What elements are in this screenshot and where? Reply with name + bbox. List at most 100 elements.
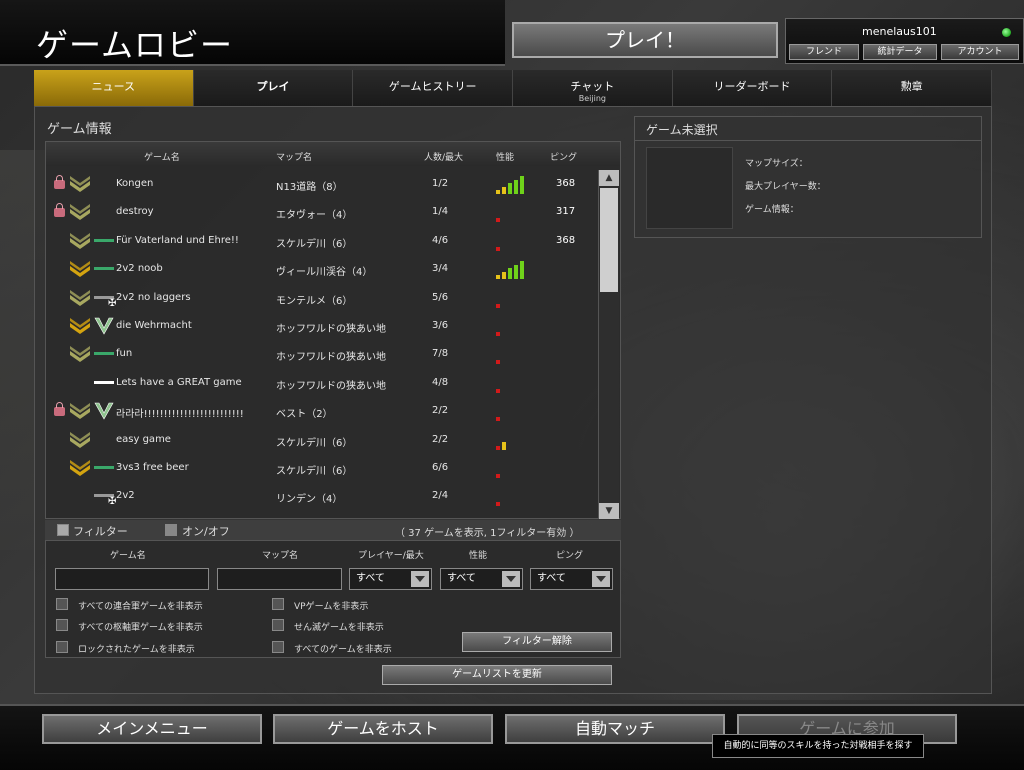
map-name: モンテルメ（6）	[276, 295, 353, 307]
game-name: 2v2 no laggers	[116, 291, 191, 303]
host-game-button[interactable]: ゲームをホスト	[273, 714, 493, 744]
filter-label: フィルター	[73, 525, 128, 538]
stats-button[interactable]: 統計データ	[863, 44, 937, 60]
performance-icon	[496, 430, 530, 450]
performance-icon	[496, 202, 530, 223]
checkbox[interactable]	[56, 619, 68, 631]
ping-value: 317	[556, 206, 576, 218]
col-map-name[interactable]: マップ名	[276, 150, 312, 163]
refresh-list-button[interactable]: ゲームリストを更新	[382, 665, 612, 685]
table-row[interactable]: 3vs3 free beer スケルデ川（6） 6/6	[46, 454, 598, 482]
tab-game-history[interactable]: ゲームヒストリー	[353, 70, 514, 106]
scroll-up-icon[interactable]: ▲	[599, 170, 619, 186]
play-button[interactable]: プレイ！	[512, 22, 778, 58]
tab-chat[interactable]: チャット Beijing	[513, 70, 673, 106]
performance-icon	[496, 486, 530, 507]
performance-icon	[496, 316, 530, 336]
clear-filter-button[interactable]: フィルター解除	[462, 632, 612, 652]
filter-players-select[interactable]: すべて	[349, 568, 432, 590]
account-button[interactable]: アカウント	[941, 44, 1019, 60]
player-count: 1/4	[432, 206, 449, 218]
list-header: ゲーム名 マップ名 人数/最大 性能 ピング	[46, 142, 620, 166]
player-count: 2/2	[432, 433, 449, 445]
scroll-thumb[interactable]	[600, 188, 618, 292]
chevron-down-icon	[502, 571, 520, 587]
map-name: スケルデ川（6）	[276, 466, 353, 477]
performance-icon	[496, 231, 530, 251]
map-name: ホッフワルドの狭あい地	[276, 380, 386, 392]
player-count: 2/4	[432, 490, 449, 502]
checkbox[interactable]	[56, 641, 68, 653]
tab-news[interactable]: ニュース	[34, 70, 194, 106]
faction-v-icon	[94, 316, 114, 336]
table-row[interactable]: ✠ 2v2 no laggers モンテルメ（6） 5/6	[46, 284, 598, 312]
table-row[interactable]: 라라라!!!!!!!!!!!!!!!!!!!!!!!!!!!!!!!!!! ベスト…	[46, 397, 598, 425]
performance-icon	[496, 344, 530, 365]
filter-bar: フィルター オン/オフ （ 37 ゲームを表示, 1フィルター有効 ）	[45, 520, 621, 540]
performance-icon	[496, 288, 530, 308]
rank-insignia-icon	[68, 345, 92, 365]
chevron-down-icon	[592, 571, 610, 587]
col-game-name[interactable]: ゲーム名	[144, 150, 180, 163]
table-row[interactable]: ✠ 2v2 リンデン（4） 2/4	[46, 482, 598, 510]
game-info-label: ゲーム情報：	[745, 205, 799, 215]
automatch-button[interactable]: 自動マッチ	[505, 714, 725, 744]
username: menelaus101	[862, 25, 937, 38]
table-row[interactable]: fun ホッフワルドの狭あい地 7/8	[46, 340, 598, 368]
checkbox[interactable]	[272, 619, 284, 631]
scroll-down-icon[interactable]: ▼	[599, 503, 619, 519]
col-players[interactable]: 人数/最大	[424, 150, 463, 163]
checkbox[interactable]	[56, 598, 68, 610]
performance-icon	[496, 259, 530, 280]
table-row[interactable]: destroy エタヴォー（4） 1/4 317	[46, 198, 598, 226]
game-name: Kongen	[116, 178, 154, 189]
tab-label: プレイ	[256, 80, 290, 93]
ping-value: 368	[556, 178, 576, 189]
map-name: ホッフワルドの狭あい地	[276, 352, 386, 364]
filter-toggle-icon[interactable]	[57, 524, 69, 536]
divider	[635, 140, 981, 141]
lock-icon	[54, 175, 65, 189]
lock-icon	[54, 402, 65, 417]
col-performance[interactable]: 性能	[496, 150, 514, 163]
filter-game-name-input[interactable]	[55, 568, 209, 590]
game-name: easy game	[116, 433, 171, 445]
filter-map-name-input[interactable]	[217, 568, 342, 590]
checkbox[interactable]	[272, 641, 284, 653]
table-row[interactable]: easy game スケルデ川（6） 2/2	[46, 426, 598, 454]
filter-players-label: プレイヤー/最大	[358, 551, 424, 561]
game-name: Lets have a GREAT game	[116, 376, 242, 388]
main-menu-button[interactable]: メインメニュー	[42, 714, 262, 744]
filter-onoff-checkbox[interactable]	[165, 524, 177, 536]
tab-label: リーダーボード	[713, 80, 791, 93]
tab-medals[interactable]: 勲章	[832, 70, 993, 106]
col-ping[interactable]: ピング	[550, 150, 577, 163]
map-name: スケルデ川（6）	[276, 238, 353, 250]
check-label: ロックされたゲームを非表示	[78, 645, 195, 655]
table-row[interactable]: 2v2 noob ヴィール川渓谷（4） 3/4	[46, 255, 598, 283]
table-row[interactable]: die Wehrmacht ホッフワルドの狭あい地 3/6	[46, 312, 598, 340]
friends-button[interactable]: フレンド	[789, 44, 859, 60]
rank-insignia-icon	[68, 431, 92, 451]
tab-play[interactable]: プレイ	[193, 70, 354, 106]
table-row[interactable]: Für Vaterland und Ehre!! スケルデ川（6） 4/6 368	[46, 227, 598, 255]
faction-v-icon	[94, 401, 114, 421]
checkbox[interactable]	[272, 598, 284, 610]
map-name: スケルデ川（6）	[276, 437, 353, 449]
filter-ping-select[interactable]: すべて	[530, 568, 613, 590]
player-count: 3/6	[432, 320, 449, 331]
filter-summary: （ 37 ゲームを表示, 1フィルター有効 ）	[395, 528, 580, 539]
tab-leaderboard[interactable]: リーダーボード	[672, 70, 833, 106]
tab-label: 勲章	[900, 80, 923, 93]
list-scrollbar[interactable]: ▲ ▼	[598, 170, 619, 519]
game-name: 3vs3 free beer	[116, 462, 189, 473]
table-row[interactable]: Kongen N13道路（8） 1/2 368	[46, 170, 598, 198]
unit-bar-icon	[94, 267, 114, 271]
map-name: ホッフワルドの狭あい地	[276, 324, 386, 335]
performance-icon	[496, 458, 530, 478]
select-value: すべて	[537, 573, 566, 584]
table-row[interactable]: Lets have a GREAT game ホッフワルドの狭あい地 4/8	[46, 369, 598, 397]
filter-perf-select[interactable]: すべて	[440, 568, 523, 590]
check-label: すべてのゲームを非表示	[294, 645, 392, 655]
online-status-icon	[1002, 28, 1011, 37]
